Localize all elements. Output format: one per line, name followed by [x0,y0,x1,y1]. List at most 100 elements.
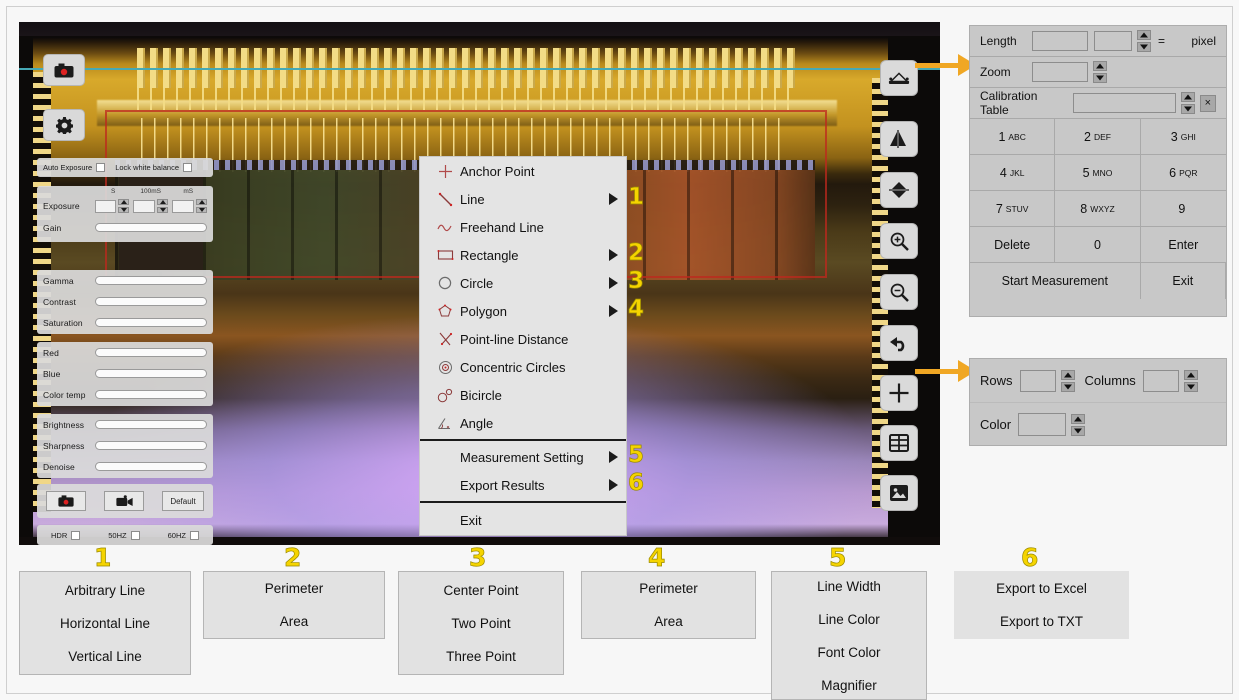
denoise-slider[interactable] [95,462,207,471]
key-delete[interactable]: Delete [970,227,1056,263]
option-three-point[interactable]: Three Point [446,640,516,673]
menu-item-export-results[interactable]: Export Results 6 [420,471,644,499]
key-1[interactable]: 1 ABC [970,119,1056,155]
menu-item-rectangle[interactable]: Rectangle 2 [420,241,644,269]
flip-vertical-icon[interactable] [880,172,918,208]
video-camera-icon[interactable] [104,491,144,511]
exposure-stepper-2[interactable] [196,199,208,213]
image-icon[interactable] [880,475,918,511]
columns-stepper[interactable] [1183,369,1198,392]
contrast-slider[interactable] [95,297,207,306]
option-poly-perimeter[interactable]: Perimeter [639,572,698,605]
callout-box-line-submenu[interactable]: Arbitrary Line Horizontal Line Vertical … [19,571,191,675]
length-value-field[interactable] [1032,31,1088,51]
record-camera-icon[interactable] [43,54,85,86]
hdr-checkbox[interactable] [71,530,81,540]
gear-icon[interactable] [43,109,85,141]
measure-exit-button[interactable]: Exit [1140,263,1226,299]
option-line-width[interactable]: Line Width [817,570,881,603]
calibration-table-stepper[interactable] [1180,92,1195,114]
key-4[interactable]: 4 JKL [970,155,1056,191]
default-button[interactable]: Default [162,491,204,511]
saturation-slider[interactable] [95,318,207,327]
zoom-in-icon[interactable] [880,223,918,259]
undo-icon[interactable] [880,325,918,361]
blue-slider[interactable] [95,369,207,378]
auto-exposure-checkbox[interactable] [96,163,106,172]
exposure-field-0[interactable] [94,199,117,213]
menu-item-exit[interactable]: Exit [420,505,626,535]
option-magnifier[interactable]: Magnifier [821,669,877,700]
zoom-value-field[interactable] [1032,62,1088,82]
key-6[interactable]: 6 PQR [1140,155,1226,191]
menu-item-measurement-setting[interactable]: Measurement Setting 5 [420,443,644,471]
option-font-color[interactable]: Font Color [817,636,880,669]
callout-box-polygon-submenu[interactable]: Perimeter Area [581,571,756,639]
option-export-txt[interactable]: Export to TXT [1000,605,1083,638]
sharpness-slider[interactable] [95,441,207,450]
zoom-stepper[interactable] [1093,61,1107,83]
brightness-slider[interactable] [95,420,207,429]
crosshair-grid-icon[interactable] [880,375,918,411]
callout-box-rectangle-submenu[interactable]: Perimeter Area [203,571,385,639]
option-center-point[interactable]: Center Point [443,574,518,607]
option-line-color[interactable]: Line Color [818,603,880,636]
option-arbitrary-line[interactable]: Arbitrary Line [65,574,145,607]
key-8[interactable]: 8 WXYZ [1055,191,1141,227]
close-icon[interactable]: × [1199,94,1217,112]
menu-item-concentric-circles[interactable]: Concentric Circles [420,353,626,381]
flip-horizontal-icon[interactable] [880,121,918,157]
menu-item-point-line-distance[interactable]: Point-line Distance [420,325,626,353]
option-vertical-line[interactable]: Vertical Line [68,640,142,673]
calibration-table-field[interactable] [1072,93,1176,113]
callout-box-export-submenu[interactable]: Export to Excel Export to TXT [954,571,1129,639]
option-rect-perimeter[interactable]: Perimeter [265,572,324,605]
menu-item-line[interactable]: Line 1 [420,185,644,213]
columns-field[interactable] [1142,369,1179,392]
key-7[interactable]: 7 STUV [970,191,1056,227]
start-measurement-button[interactable]: Start Measurement [970,263,1141,299]
color-temp-slider[interactable] [95,390,207,399]
rows-field[interactable] [1019,369,1056,392]
exposure-field-2[interactable] [172,199,195,213]
key-2[interactable]: 2 DEF [1055,119,1141,155]
option-poly-area[interactable]: Area [654,605,683,638]
key-5[interactable]: 5 MNO [1055,155,1141,191]
snapshot-camera-icon[interactable] [46,491,86,511]
callout-box-circle-submenu[interactable]: Center Point Two Point Three Point [398,571,564,675]
option-export-excel[interactable]: Export to Excel [996,572,1087,605]
option-horizontal-line[interactable]: Horizontal Line [60,607,150,640]
numeric-keypad[interactable]: 1 ABC 2 DEF 3 GHI 4 JKL 5 MNO 6 PQR 7 STUV 8 WXY… [970,119,1226,299]
freq-50hz-checkbox[interactable] [130,530,140,540]
exposure-stepper-1[interactable] [157,199,169,213]
key-9[interactable]: 9 [1140,191,1226,227]
zoom-out-icon[interactable] [880,274,918,310]
table-grid-icon[interactable] [880,425,918,461]
menu-item-bicircle[interactable]: Bicircle [420,381,626,409]
length-unit-field[interactable] [1094,31,1132,51]
menu-item-circle[interactable]: Circle 3 [420,269,644,297]
menu-item-anchor-point[interactable]: Anchor Point [420,157,626,185]
option-two-point[interactable]: Two Point [451,607,510,640]
gamma-slider[interactable] [95,276,207,285]
lock-white-balance-checkbox[interactable] [183,163,192,172]
key-3[interactable]: 3 GHI [1140,119,1226,155]
exposure-field-1[interactable] [133,199,156,213]
menu-item-angle[interactable]: Angle [420,409,626,437]
option-rect-area[interactable]: Area [280,605,309,638]
key-0[interactable]: 0 [1055,227,1141,263]
freq-60hz-checkbox[interactable] [189,530,199,540]
menu-item-polygon[interactable]: Polygon 4 [420,297,644,325]
callout-box-measurement-setting-submenu[interactable]: Line Width Line Color Font Color Magnifi… [771,571,927,700]
rows-stepper[interactable] [1060,369,1075,392]
color-stepper[interactable] [1071,413,1086,436]
gain-slider[interactable] [95,223,207,232]
menu-item-freehand-line[interactable]: Freehand Line [420,213,626,241]
exposure-stepper-0[interactable] [118,199,130,213]
color-field[interactable] [1018,413,1067,436]
length-stepper[interactable] [1137,30,1151,52]
measure-icon[interactable] [880,60,918,96]
key-enter[interactable]: Enter [1140,227,1226,263]
measurement-context-menu[interactable]: Anchor Point Line 1 Freehand Line Rectan… [419,156,644,536]
red-slider[interactable] [95,348,207,357]
